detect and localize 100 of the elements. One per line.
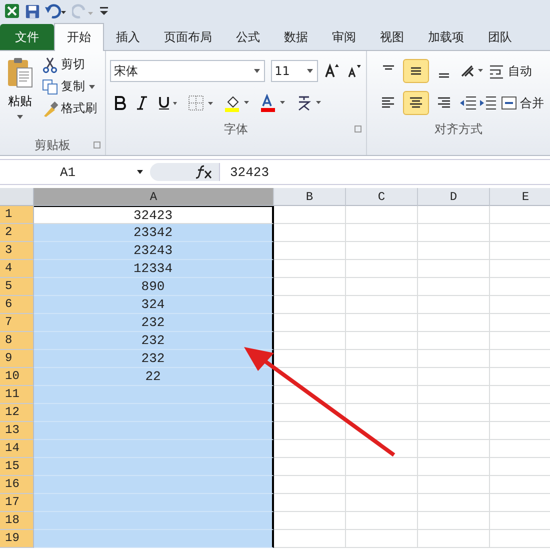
bold-icon[interactable] bbox=[114, 96, 126, 110]
copy-button[interactable]: 复制 bbox=[40, 77, 99, 96]
row-header[interactable]: 11 bbox=[0, 386, 34, 404]
row-header[interactable]: 9 bbox=[0, 350, 34, 368]
table-cell bbox=[346, 314, 418, 332]
row-header[interactable]: 6 bbox=[0, 296, 34, 314]
table-cell bbox=[346, 242, 418, 260]
table-cell bbox=[418, 242, 490, 260]
undo-icon[interactable] bbox=[45, 4, 67, 18]
decrease-indent-icon[interactable] bbox=[459, 95, 477, 111]
row-header[interactable]: 13 bbox=[0, 422, 34, 440]
table-cell bbox=[274, 260, 346, 278]
shrink-font-icon[interactable] bbox=[346, 63, 362, 79]
save-icon[interactable] bbox=[25, 4, 40, 18]
table-cell bbox=[274, 404, 346, 422]
caret-icon bbox=[252, 68, 261, 74]
caret-icon bbox=[136, 169, 144, 175]
table-cell bbox=[274, 206, 346, 224]
caret-icon bbox=[16, 114, 24, 120]
row-header[interactable]: 4 bbox=[0, 260, 34, 278]
table-cell bbox=[346, 260, 418, 278]
ribbon-tab[interactable]: 数据 bbox=[272, 24, 320, 50]
column-header[interactable]: D bbox=[418, 188, 490, 206]
font-color-icon[interactable] bbox=[260, 94, 286, 112]
row-header[interactable]: 5 bbox=[0, 278, 34, 296]
vertical-align-icon[interactable] bbox=[403, 59, 429, 83]
horizontal-align-icon[interactable] bbox=[403, 91, 429, 115]
table-cell bbox=[418, 404, 490, 422]
row-header[interactable]: 17 bbox=[0, 494, 34, 512]
phonetic-icon[interactable] bbox=[296, 94, 322, 112]
customize-menu-icon[interactable] bbox=[99, 5, 109, 17]
ribbon-tab[interactable]: 公式 bbox=[224, 24, 272, 50]
row-header[interactable]: 16 bbox=[0, 476, 34, 494]
formula-field[interactable]: 32423 bbox=[220, 164, 270, 180]
borders-icon[interactable] bbox=[188, 95, 214, 111]
row-header[interactable]: 8 bbox=[0, 332, 34, 350]
group-label: 字体 bbox=[224, 120, 248, 138]
row-header[interactable]: 3 bbox=[0, 242, 34, 260]
table-cell bbox=[418, 368, 490, 386]
fill-color-icon[interactable] bbox=[224, 94, 250, 112]
row-header[interactable]: 10 bbox=[0, 368, 34, 386]
ribbon-tab[interactable]: 插入 bbox=[104, 24, 152, 50]
table-cell bbox=[346, 296, 418, 314]
wrap-text-button[interactable]: 自动 bbox=[487, 62, 534, 80]
grow-font-icon[interactable] bbox=[324, 63, 340, 79]
table-cell bbox=[418, 260, 490, 278]
ribbon-tab[interactable]: 团队 bbox=[476, 24, 524, 50]
table-cell bbox=[418, 350, 490, 368]
font-size-field[interactable]: 11 bbox=[270, 60, 318, 82]
merge-icon bbox=[501, 95, 517, 111]
table-cell bbox=[418, 422, 490, 440]
merge-button[interactable]: 合并 bbox=[499, 94, 546, 112]
column-header[interactable]: A bbox=[34, 188, 274, 206]
ribbon-tab[interactable]: 页面布局 bbox=[152, 24, 224, 50]
ribbon-tab[interactable]: 审阅 bbox=[320, 24, 368, 50]
ribbon-tab[interactable]: 加载项 bbox=[416, 24, 476, 50]
table-cell bbox=[346, 206, 418, 224]
table-cell bbox=[418, 332, 490, 350]
file-tab[interactable]: 文件 bbox=[0, 24, 54, 50]
table-cell bbox=[346, 224, 418, 242]
table-cell bbox=[274, 314, 346, 332]
row-header[interactable]: 12 bbox=[0, 404, 34, 422]
underline-icon[interactable] bbox=[158, 96, 178, 110]
table-cell bbox=[418, 512, 490, 530]
ribbon-tab[interactable]: 开始 bbox=[54, 23, 104, 51]
copy-icon bbox=[42, 78, 58, 94]
row-header[interactable]: 2 bbox=[0, 224, 34, 242]
table-cell bbox=[274, 368, 346, 386]
column-header[interactable]: B bbox=[274, 188, 346, 206]
row-header[interactable]: 15 bbox=[0, 458, 34, 476]
increase-indent-icon[interactable] bbox=[479, 95, 497, 111]
row-header[interactable]: 7 bbox=[0, 314, 34, 332]
column-header[interactable]: C bbox=[346, 188, 418, 206]
brush-icon bbox=[42, 100, 58, 116]
table-cell bbox=[346, 494, 418, 512]
table-cell bbox=[274, 494, 346, 512]
cut-button[interactable]: 剪切 bbox=[40, 55, 99, 74]
table-cell bbox=[274, 512, 346, 530]
table-cell: 22 bbox=[34, 368, 274, 386]
table-cell bbox=[346, 512, 418, 530]
table-cell bbox=[346, 368, 418, 386]
ribbon-tab[interactable]: 视图 bbox=[368, 24, 416, 50]
row-header[interactable]: 1 bbox=[0, 206, 34, 224]
name-box[interactable]: A1 bbox=[0, 162, 150, 182]
italic-icon[interactable] bbox=[136, 96, 148, 110]
table-cell bbox=[346, 386, 418, 404]
table-cell bbox=[274, 332, 346, 350]
wrap-text-icon bbox=[489, 63, 505, 79]
excel-logo-icon bbox=[4, 3, 20, 19]
row-header[interactable]: 19 bbox=[0, 530, 34, 548]
table-cell bbox=[274, 278, 346, 296]
column-header[interactable]: E bbox=[490, 188, 550, 206]
format-painter-button[interactable]: 格式刷 bbox=[40, 99, 99, 118]
font-name-field[interactable]: 宋体 bbox=[110, 60, 265, 82]
table-cell bbox=[418, 386, 490, 404]
table-cell bbox=[274, 242, 346, 260]
row-header[interactable]: 14 bbox=[0, 440, 34, 458]
row-header[interactable]: 18 bbox=[0, 512, 34, 530]
function-icon[interactable] bbox=[195, 165, 213, 179]
paste-button[interactable]: 粘贴 bbox=[4, 55, 36, 135]
